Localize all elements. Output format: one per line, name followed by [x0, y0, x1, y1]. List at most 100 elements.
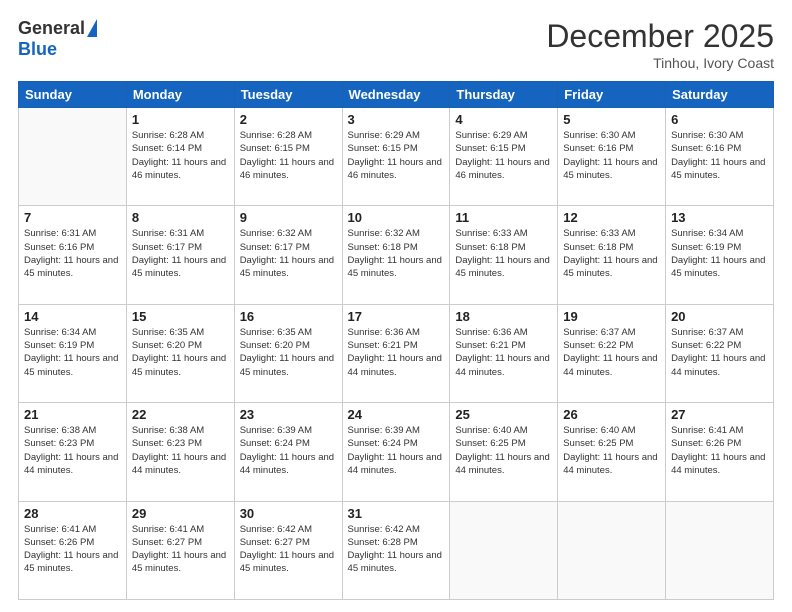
day-number: 17	[348, 309, 445, 324]
calendar-cell: 18 Sunrise: 6:36 AMSunset: 6:21 PMDayligh…	[450, 304, 558, 402]
calendar-cell: 5 Sunrise: 6:30 AMSunset: 6:16 PMDaylight…	[558, 108, 666, 206]
cell-info: Sunrise: 6:35 AMSunset: 6:20 PMDaylight:…	[240, 326, 337, 379]
calendar-cell: 23Sunrise: 6:39 AMSunset: 6:24 PMDayligh…	[234, 403, 342, 501]
day-number: 3	[348, 112, 445, 127]
day-number: 14	[24, 309, 121, 324]
cell-info: Sunrise: 6:41 AMSunset: 6:26 PMDaylight:…	[671, 424, 768, 477]
page: General Blue December 2025 Tinhou, Ivory…	[0, 0, 792, 612]
location: Tinhou, Ivory Coast	[546, 55, 774, 71]
day-number: 13	[671, 210, 768, 225]
cell-info: Sunrise: 6:42 AMSunset: 6:28 PMDaylight:…	[348, 523, 445, 576]
day-header-thursday: Thursday	[450, 82, 558, 108]
calendar-cell: 31 Sunrise: 6:42 AMSunset: 6:28 PMDayligh…	[342, 501, 450, 599]
logo-general-text: General	[18, 18, 85, 39]
calendar-cell	[558, 501, 666, 599]
day-number: 10	[348, 210, 445, 225]
day-number: 26	[563, 407, 660, 422]
cell-info: Sunrise: 6:37 AMSunset: 6:22 PMDaylight:…	[563, 326, 660, 379]
calendar-cell: 21Sunrise: 6:38 AMSunset: 6:23 PMDayligh…	[19, 403, 127, 501]
calendar-cell: 2 Sunrise: 6:28 AMSunset: 6:15 PMDaylight…	[234, 108, 342, 206]
day-header-tuesday: Tuesday	[234, 82, 342, 108]
day-header-friday: Friday	[558, 82, 666, 108]
calendar-cell: 9 Sunrise: 6:32 AMSunset: 6:17 PMDaylight…	[234, 206, 342, 304]
calendar-cell: 10 Sunrise: 6:32 AMSunset: 6:18 PMDayligh…	[342, 206, 450, 304]
day-header-saturday: Saturday	[666, 82, 774, 108]
calendar-cell: 1Sunrise: 6:28 AMSunset: 6:14 PMDaylight…	[126, 108, 234, 206]
day-number: 24	[348, 407, 445, 422]
day-number: 2	[240, 112, 337, 127]
day-number: 19	[563, 309, 660, 324]
cell-info: Sunrise: 6:36 AMSunset: 6:21 PMDaylight:…	[455, 326, 552, 379]
day-number: 22	[132, 407, 229, 422]
cell-info: Sunrise: 6:35 AMSunset: 6:20 PMDaylight:…	[132, 326, 229, 379]
day-number: 28	[24, 506, 121, 521]
cell-info: Sunrise: 6:42 AMSunset: 6:27 PMDaylight:…	[240, 523, 337, 576]
calendar-cell: 12 Sunrise: 6:33 AMSunset: 6:18 PMDayligh…	[558, 206, 666, 304]
day-number: 8	[132, 210, 229, 225]
cell-info: Sunrise: 6:29 AMSunset: 6:15 PMDaylight:…	[348, 129, 445, 182]
day-header-monday: Monday	[126, 82, 234, 108]
day-number: 11	[455, 210, 552, 225]
cell-info: Sunrise: 6:36 AMSunset: 6:21 PMDaylight:…	[348, 326, 445, 379]
calendar-cell: 6Sunrise: 6:30 AMSunset: 6:16 PMDaylight…	[666, 108, 774, 206]
week-row-4: 21Sunrise: 6:38 AMSunset: 6:23 PMDayligh…	[19, 403, 774, 501]
logo-triangle-icon	[87, 19, 97, 37]
calendar-cell: 25 Sunrise: 6:40 AMSunset: 6:25 PMDayligh…	[450, 403, 558, 501]
calendar-cell: 11 Sunrise: 6:33 AMSunset: 6:18 PMDayligh…	[450, 206, 558, 304]
calendar-cell: 7 Sunrise: 6:31 AMSunset: 6:16 PMDaylight…	[19, 206, 127, 304]
calendar-cell	[19, 108, 127, 206]
day-number: 15	[132, 309, 229, 324]
day-number: 4	[455, 112, 552, 127]
day-header-wednesday: Wednesday	[342, 82, 450, 108]
day-number: 16	[240, 309, 337, 324]
cell-info: Sunrise: 6:38 AMSunset: 6:23 PMDaylight:…	[132, 424, 229, 477]
cell-info: Sunrise: 6:34 AMSunset: 6:19 PMDaylight:…	[24, 326, 121, 379]
calendar-cell: 3 Sunrise: 6:29 AMSunset: 6:15 PMDaylight…	[342, 108, 450, 206]
day-number: 31	[348, 506, 445, 521]
cell-info: Sunrise: 6:28 AMSunset: 6:15 PMDaylight:…	[240, 129, 337, 182]
day-number: 25	[455, 407, 552, 422]
cell-info: Sunrise: 6:40 AMSunset: 6:25 PMDaylight:…	[563, 424, 660, 477]
header: General Blue December 2025 Tinhou, Ivory…	[18, 18, 774, 71]
month-title: December 2025	[546, 18, 774, 55]
cell-info: Sunrise: 6:29 AMSunset: 6:15 PMDaylight:…	[455, 129, 552, 182]
cell-info: Sunrise: 6:37 AMSunset: 6:22 PMDaylight:…	[671, 326, 768, 379]
week-row-2: 7 Sunrise: 6:31 AMSunset: 6:16 PMDaylight…	[19, 206, 774, 304]
calendar-cell: 15 Sunrise: 6:35 AMSunset: 6:20 PMDayligh…	[126, 304, 234, 402]
cell-info: Sunrise: 6:40 AMSunset: 6:25 PMDaylight:…	[455, 424, 552, 477]
day-number: 18	[455, 309, 552, 324]
day-number: 7	[24, 210, 121, 225]
day-number: 6	[671, 112, 768, 127]
calendar-cell: 29Sunrise: 6:41 AMSunset: 6:27 PMDayligh…	[126, 501, 234, 599]
cell-info: Sunrise: 6:38 AMSunset: 6:23 PMDaylight:…	[24, 424, 121, 477]
logo: General Blue	[18, 18, 97, 60]
day-header-sunday: Sunday	[19, 82, 127, 108]
calendar-cell: 16 Sunrise: 6:35 AMSunset: 6:20 PMDayligh…	[234, 304, 342, 402]
day-number: 23	[240, 407, 337, 422]
cell-info: Sunrise: 6:39 AMSunset: 6:24 PMDaylight:…	[348, 424, 445, 477]
calendar-cell: 26 Sunrise: 6:40 AMSunset: 6:25 PMDayligh…	[558, 403, 666, 501]
cell-info: Sunrise: 6:41 AMSunset: 6:26 PMDaylight:…	[24, 523, 121, 576]
calendar-cell: 17 Sunrise: 6:36 AMSunset: 6:21 PMDayligh…	[342, 304, 450, 402]
cell-info: Sunrise: 6:32 AMSunset: 6:17 PMDaylight:…	[240, 227, 337, 280]
calendar-cell: 19 Sunrise: 6:37 AMSunset: 6:22 PMDayligh…	[558, 304, 666, 402]
day-number: 30	[240, 506, 337, 521]
cell-info: Sunrise: 6:32 AMSunset: 6:18 PMDaylight:…	[348, 227, 445, 280]
day-number: 27	[671, 407, 768, 422]
calendar-cell: 4 Sunrise: 6:29 AMSunset: 6:15 PMDaylight…	[450, 108, 558, 206]
cell-info: Sunrise: 6:31 AMSunset: 6:16 PMDaylight:…	[24, 227, 121, 280]
cell-info: Sunrise: 6:30 AMSunset: 6:16 PMDaylight:…	[563, 129, 660, 182]
cell-info: Sunrise: 6:28 AMSunset: 6:14 PMDaylight:…	[132, 129, 229, 182]
header-row: SundayMondayTuesdayWednesdayThursdayFrid…	[19, 82, 774, 108]
calendar-cell: 8Sunrise: 6:31 AMSunset: 6:17 PMDaylight…	[126, 206, 234, 304]
title-area: December 2025 Tinhou, Ivory Coast	[546, 18, 774, 71]
calendar-cell: 22 Sunrise: 6:38 AMSunset: 6:23 PMDayligh…	[126, 403, 234, 501]
cell-info: Sunrise: 6:33 AMSunset: 6:18 PMDaylight:…	[455, 227, 552, 280]
day-number: 12	[563, 210, 660, 225]
day-number: 5	[563, 112, 660, 127]
day-number: 20	[671, 309, 768, 324]
day-number: 9	[240, 210, 337, 225]
cell-info: Sunrise: 6:33 AMSunset: 6:18 PMDaylight:…	[563, 227, 660, 280]
cell-info: Sunrise: 6:34 AMSunset: 6:19 PMDaylight:…	[671, 227, 768, 280]
day-number: 29	[132, 506, 229, 521]
